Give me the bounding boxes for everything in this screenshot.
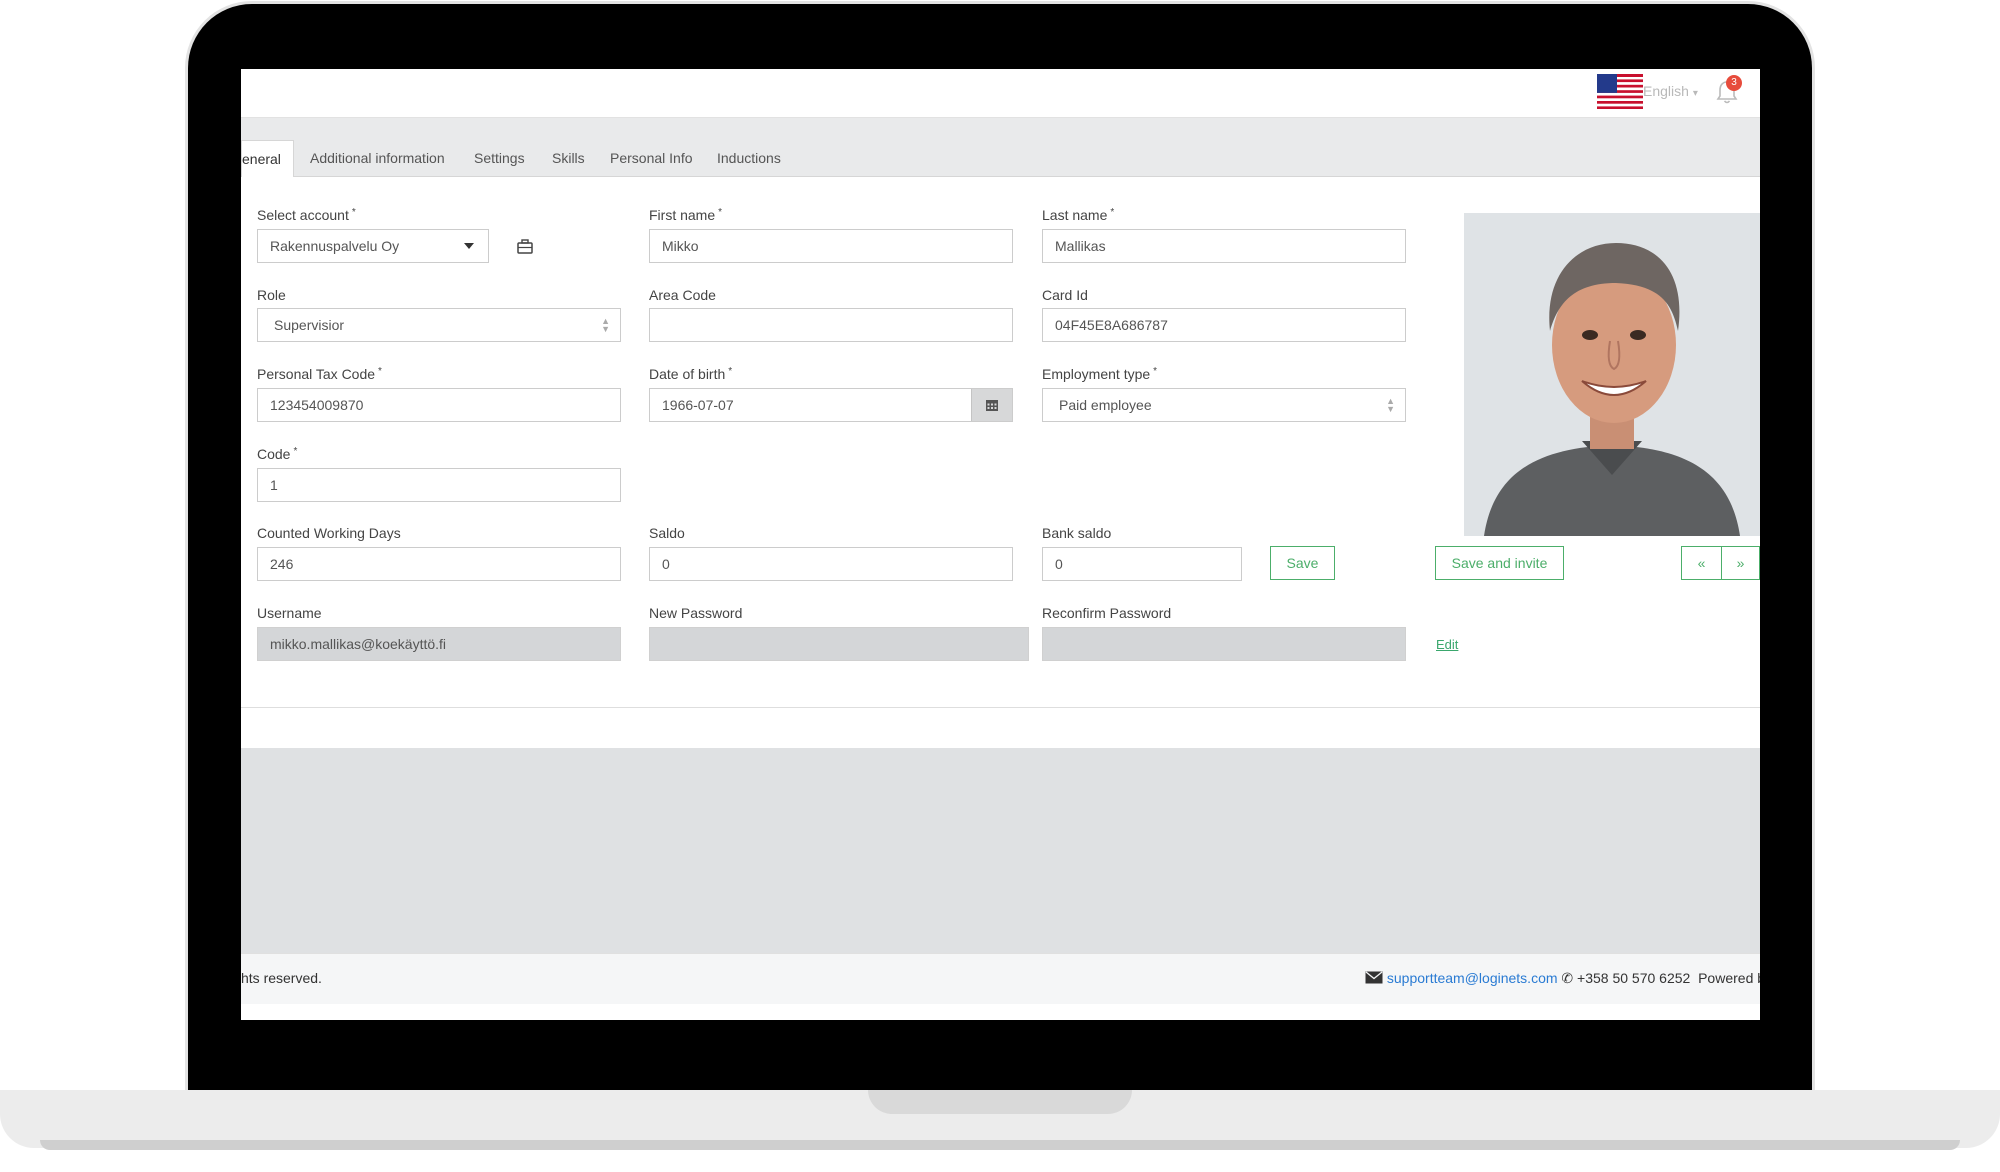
updown-arrows-icon: ▲ ▼ [1386,396,1395,414]
tab-inductions[interactable]: Inductions [717,140,781,176]
area-code-label: Area Code [649,287,716,303]
laptop-base-shadow [40,1140,1960,1150]
select-account-dropdown[interactable]: Rakennuspalvelu Oy [257,229,489,263]
label-text: First name [649,207,716,223]
profile-photo[interactable] [1464,213,1760,536]
label-text: Code [257,446,291,462]
employment-type-value: Paid employee [1059,397,1152,413]
required-mark: * [718,207,723,218]
username-label: Username [257,605,322,621]
required-mark: * [378,366,382,377]
chevron-down-icon [464,243,474,249]
last-name-label: Last name * [1042,207,1114,223]
previous-button[interactable]: « [1681,546,1722,580]
code-input[interactable] [257,468,621,502]
reconfirm-password-label: Reconfirm Password [1042,605,1172,621]
save-and-invite-button[interactable]: Save and invite [1435,546,1564,580]
role-label: Role [257,287,286,303]
employment-type-label: Employment type * [1042,366,1157,382]
code-label: Code * [257,446,297,462]
envelope-icon [1365,971,1383,984]
personal-tax-code-label: Personal Tax Code * [257,366,382,382]
save-button[interactable]: Save [1270,546,1335,580]
label-text: Date of birth [649,366,726,382]
calendar-icon [986,400,998,411]
date-of-birth-value: 1966-07-07 [662,397,734,413]
notification-badge: 3 [1726,75,1742,91]
content-spacer [241,748,1760,953]
personal-tax-code-input[interactable] [257,388,621,422]
required-mark: * [728,366,733,377]
saldo-input[interactable] [649,547,1013,581]
tab-additional-information[interactable]: Additional information [310,140,445,176]
first-name-input[interactable] [649,229,1013,263]
tab-bar: eneral Additional information Settings S… [241,118,1760,177]
calendar-button[interactable] [971,389,1012,421]
new-password-label: New Password [649,605,743,621]
updown-arrows-icon: ▲ ▼ [601,316,610,334]
card-id-label: Card Id [1042,287,1088,303]
label-text: Last name [1042,207,1108,223]
phone-icon: ✆ [1561,970,1574,986]
footer: hts reserved. supportteam@loginets.com ✆… [241,953,1760,1004]
username-field: mikko.mallikas@koekäyttö.fi [257,627,621,661]
powered-by: Powered b [1698,970,1760,986]
first-name-label: First name * [649,207,722,223]
flag-us-icon[interactable] [1597,74,1643,109]
support-phone: +358 50 570 6252 [1577,970,1691,986]
laptop-notch [868,1090,1132,1114]
support-email-link[interactable]: supportteam@loginets.com [1387,970,1558,986]
counted-working-days-input[interactable] [257,547,621,581]
tab-skills[interactable]: Skills [552,140,585,176]
tab-personal-info[interactable]: Personal Info [610,140,693,176]
select-account-value: Rakennuspalvelu Oy [270,238,400,254]
bank-saldo-label: Bank saldo [1042,525,1112,541]
last-name-input[interactable] [1042,229,1406,263]
employment-type-select[interactable]: Paid employee ▲ ▼ [1042,388,1406,422]
bank-saldo-input[interactable] [1042,547,1242,581]
required-mark: * [293,446,298,457]
area-code-input[interactable] [649,308,1013,342]
briefcase-icon[interactable] [517,239,533,254]
next-button[interactable]: » [1721,546,1760,580]
language-label: English [1643,83,1689,99]
tab-general[interactable]: eneral [241,140,294,177]
reconfirm-password-input[interactable] [1042,627,1406,661]
chevron-down-icon: ▾ [1692,88,1698,99]
new-password-input[interactable] [649,627,1029,661]
label-text: Employment type [1042,366,1151,382]
saldo-label: Saldo [649,525,685,541]
label-text: Personal Tax Code [257,366,376,382]
counted-working-days-label: Counted Working Days [257,525,401,541]
required-mark: * [351,207,356,218]
required-mark: * [1153,366,1158,377]
date-of-birth-input[interactable]: 1966-07-07 [649,388,1013,422]
app-screen: English ▾ 3 eneral Additional information… [241,69,1760,1020]
select-account-label: Select account * [257,207,356,223]
card-id-input[interactable] [1042,308,1406,342]
date-of-birth-label: Date of birth * [649,366,732,382]
tab-settings[interactable]: Settings [474,140,525,176]
role-select[interactable]: Supervisior ▲ ▼ [257,308,621,342]
footer-contact: supportteam@loginets.com ✆ +358 50 570 6… [1365,970,1760,987]
label-text: Select account [257,207,349,223]
edit-link[interactable]: Edit [1436,637,1458,652]
footer-rights: hts reserved. [241,970,322,986]
role-value: Supervisior [274,317,345,333]
required-mark: * [1110,207,1115,218]
top-header: English ▾ 3 [241,69,1760,118]
language-selector[interactable]: English ▾ [1643,83,1698,99]
